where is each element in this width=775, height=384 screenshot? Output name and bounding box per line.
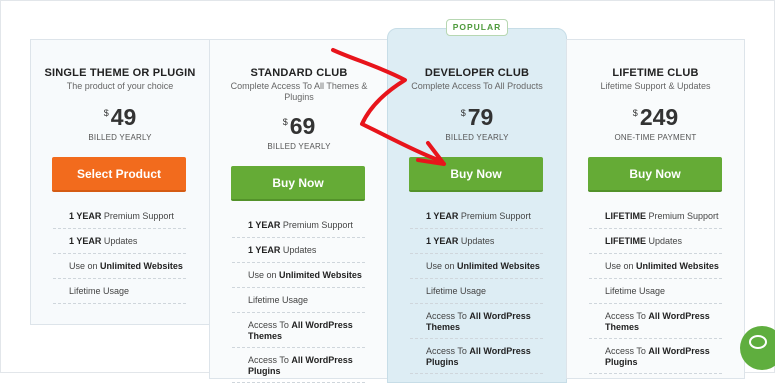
plan-title: SINGLE THEME OR PLUGIN [44,67,196,79]
plan-billing: BILLED YEARLY [445,133,509,142]
feature-list: 1 YEAR Premium Support 1 YEAR Updates Us… [53,205,186,305]
plan-subtitle: Complete Access To All Themes & Plugins [230,81,368,102]
plan-title: LIFETIME CLUB [612,67,699,79]
feature-item: 1 YEAR Premium Support [410,205,543,229]
plan-billing: BILLED YEARLY [267,142,331,151]
feature-item: Access To All WordPress Plugins [232,349,365,383]
buy-now-button[interactable]: Buy Now [409,157,543,192]
plan-card-developer: DEVELOPER CLUB Complete Access To All Pr… [387,28,567,383]
plan-title: STANDARD CLUB [250,67,348,79]
feature-item: Lifetime Usage [232,289,365,313]
feature-item: Lifetime Usage [589,280,722,304]
feature-item: Use on Unlimited Websites [410,255,543,279]
feature-item: Access To All WordPress Themes [232,314,365,348]
feature-item: Use on Unlimited Websites [53,255,186,279]
plan-price: $49 [103,104,137,130]
plan-price: $249 [632,104,679,130]
feature-item: Use on Unlimited Websites [589,255,722,279]
feature-item: LIFETIME Updates [589,230,722,254]
plan-card-standard: STANDARD CLUB Complete Access To All The… [209,39,389,383]
feature-item: 1 YEAR Premium Support [53,205,186,229]
feature-list: 1 YEAR Premium Support 1 YEAR Updates Us… [232,214,365,384]
plan-card-single: SINGLE THEME OR PLUGIN The product of yo… [30,39,210,325]
feature-item: Access To All WordPress Themes [589,305,722,339]
plan-subtitle: The product of your choice [66,81,174,91]
feature-item: Access To All WordPress Plugins [589,340,722,374]
feature-item: Use on Unlimited Websites [232,264,365,288]
feature-item: Access To All WordPress Plugins [410,340,543,374]
popular-badge: POPULAR [446,19,508,36]
feature-list: 1 YEAR Premium Support 1 YEAR Updates Us… [410,205,543,375]
plan-price: $79 [460,104,494,130]
feature-item: 1 YEAR Premium Support [232,214,365,238]
plan-title: DEVELOPER CLUB [424,67,530,79]
plan-card-lifetime: LIFETIME CLUB Lifetime Support & Updates… [566,39,745,379]
buy-now-button[interactable]: Buy Now [588,157,722,192]
feature-item: Access To All WordPress Themes [410,305,543,339]
plan-billing: BILLED YEARLY [88,133,152,142]
plan-billing: ONE-TIME PAYMENT [614,133,697,142]
feature-item: Lifetime Usage [410,280,543,304]
feature-item: 1 YEAR Updates [53,230,186,254]
plan-subtitle: Complete Access To All Products [411,81,543,91]
plan-subtitle: Lifetime Support & Updates [600,81,711,91]
feature-item: LIFETIME Premium Support [589,205,722,229]
feature-item: Lifetime Usage [53,280,186,304]
chat-bubble-icon [749,335,767,349]
plan-price: $69 [282,113,316,139]
feature-list: LIFETIME Premium Support LIFETIME Update… [589,205,722,375]
buy-now-button[interactable]: Buy Now [231,166,365,201]
feature-item: 1 YEAR Updates [232,239,365,263]
feature-item: 1 YEAR Updates [410,230,543,254]
select-product-button[interactable]: Select Product [52,157,186,192]
